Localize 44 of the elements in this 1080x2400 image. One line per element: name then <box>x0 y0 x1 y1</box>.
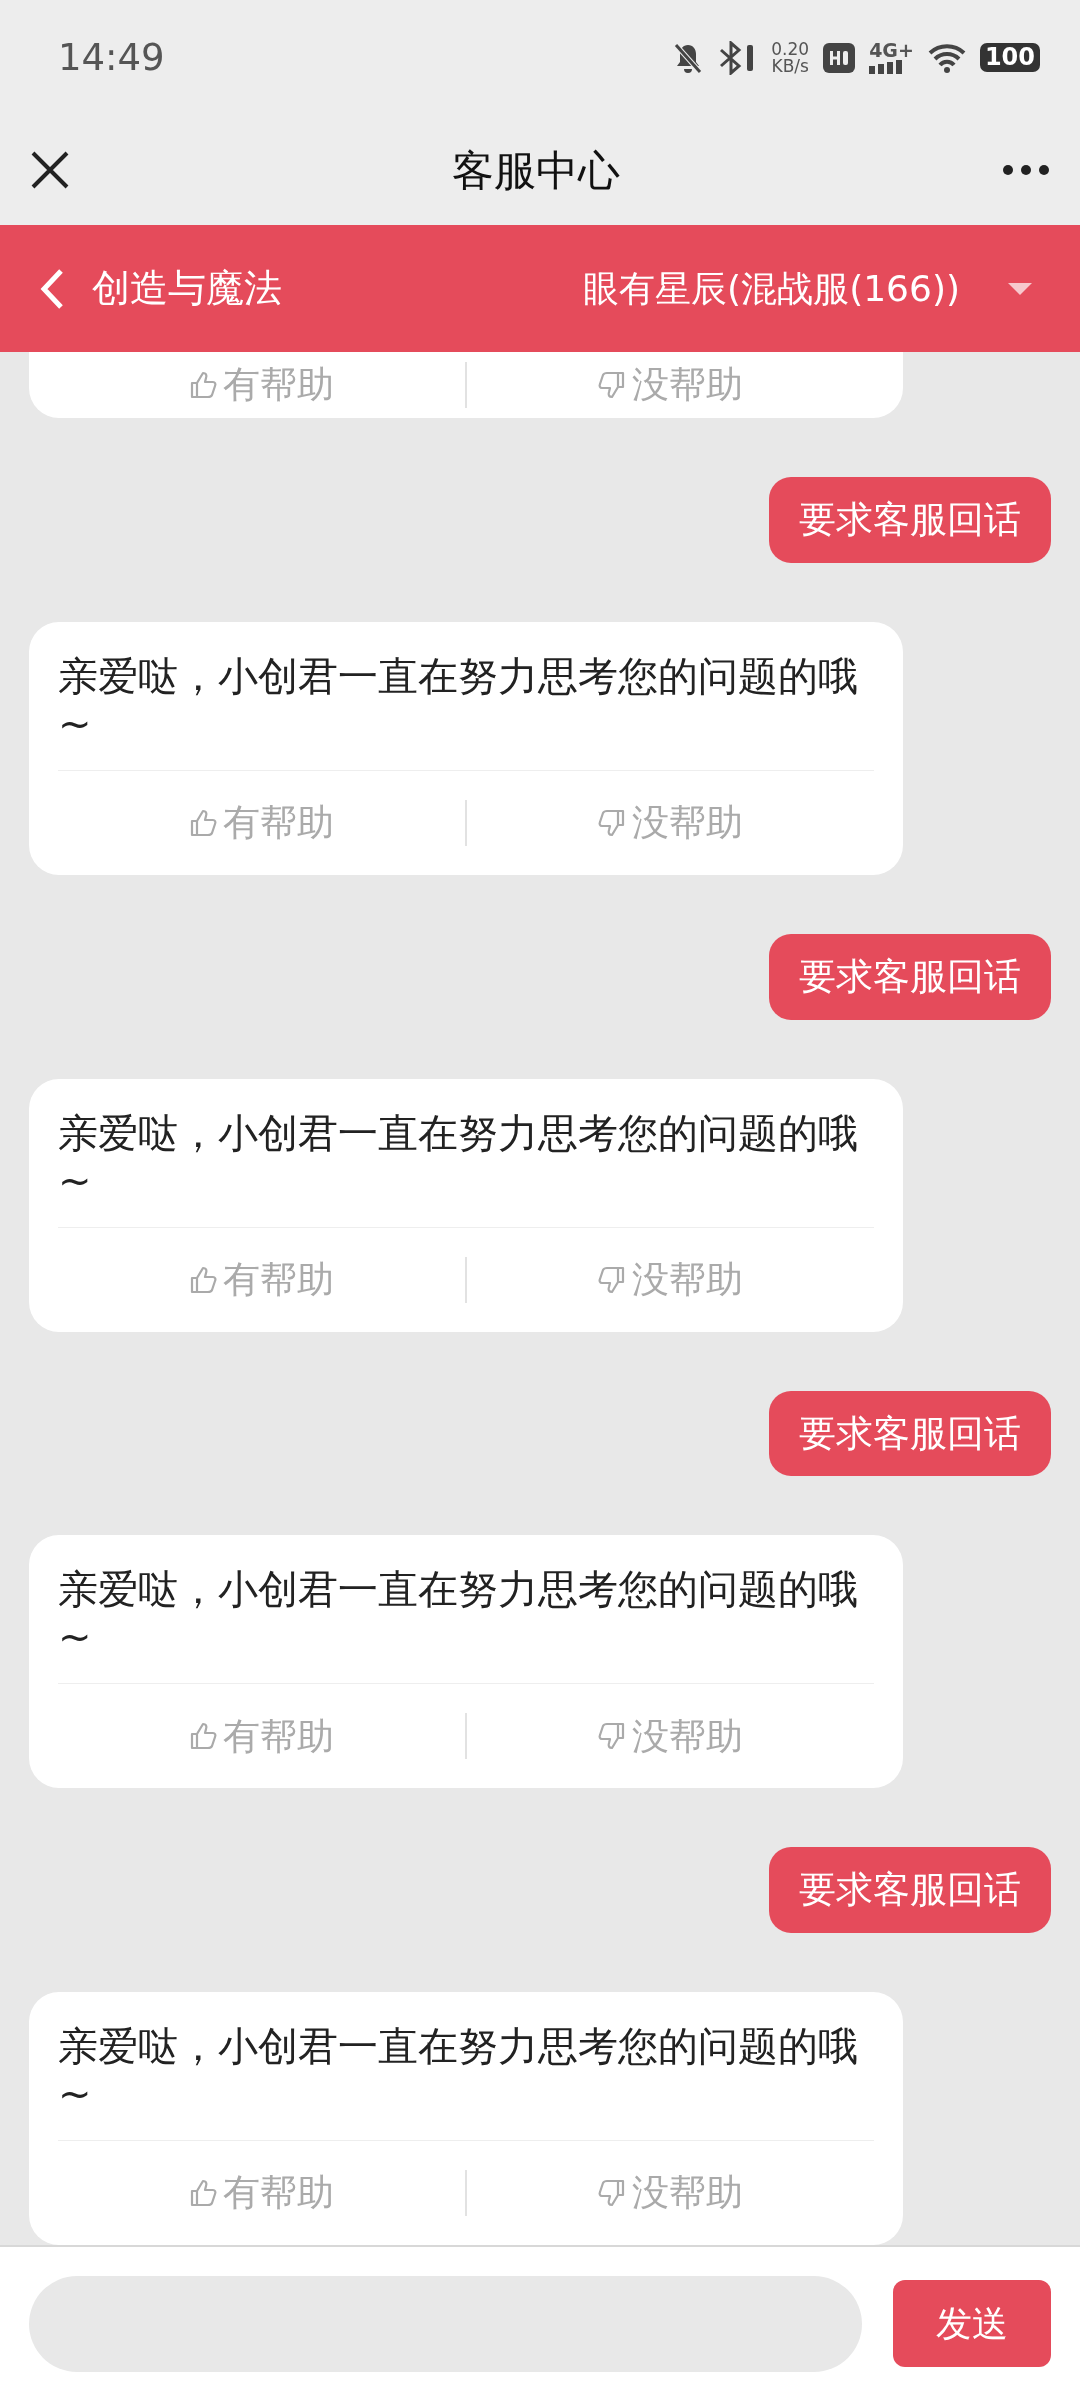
server-selector[interactable]: 眼有星辰(混战服(166)) <box>583 261 960 316</box>
unhelpful-button[interactable]: 没帮助 <box>467 795 874 851</box>
user-message-bubble: 要求客服回话 <box>769 1847 1051 1933</box>
thumbs-down-icon <box>598 2179 626 2207</box>
bot-message-text: 亲爱哒，小创君一直在努力思考您的问题的哦~ <box>58 1078 874 1228</box>
more-icon[interactable] <box>1002 164 1050 176</box>
thumbs-down-icon <box>598 1722 626 1751</box>
hd-icon <box>823 42 856 73</box>
helpful-button[interactable]: 有帮助 <box>58 795 465 851</box>
thumbs-down-icon <box>598 808 626 837</box>
bot-message-text: 亲爱哒，小创君一直在努力思考您的问题的哦~ <box>58 1535 874 1685</box>
user-message-bubble: 要求客服回话 <box>769 933 1051 1020</box>
dropdown-caret-icon[interactable] <box>1008 282 1032 295</box>
helpful-button[interactable]: 有帮助 <box>58 357 465 413</box>
bot-message-text: 亲爱哒，小创君一直在努力思考您的问题的哦~ <box>58 1992 874 2141</box>
helpful-button[interactable]: 有帮助 <box>58 1708 465 1764</box>
bot-message-text: 亲爱哒，小创君一直在努力思考您的问题的哦~ <box>58 621 874 771</box>
thumbs-up-icon <box>189 1265 217 1294</box>
close-icon[interactable] <box>30 150 70 190</box>
network-speed-unit: KB/s <box>771 57 809 75</box>
wifi-icon <box>927 42 966 73</box>
thumbs-down-icon <box>598 371 626 399</box>
network-speed: 0.20 <box>771 40 810 58</box>
unhelpful-button[interactable]: 没帮助 <box>467 1708 874 1764</box>
unhelpful-button[interactable]: 没帮助 <box>467 1251 874 1308</box>
status-time: 14:49 <box>58 34 165 81</box>
back-icon[interactable] <box>40 267 64 310</box>
page-title: 客服中心 <box>451 144 621 197</box>
helpful-button[interactable]: 有帮助 <box>58 1251 465 1308</box>
user-message-bubble: 要求客服回话 <box>769 1390 1051 1477</box>
thumbs-up-icon <box>189 371 217 399</box>
thumbs-up-icon <box>189 1722 217 1751</box>
unhelpful-button[interactable]: 没帮助 <box>467 357 874 413</box>
unhelpful-button[interactable]: 没帮助 <box>467 2165 874 2221</box>
helpful-button[interactable]: 有帮助 <box>58 2165 465 2221</box>
network-type: 4G+ <box>869 41 914 60</box>
bell-muted-icon <box>673 41 704 74</box>
thumbs-up-icon <box>189 2179 217 2207</box>
thumbs-down-icon <box>598 1265 626 1294</box>
send-button[interactable]: 发送 <box>893 2280 1051 2367</box>
game-name: 创造与魔法 <box>92 265 282 312</box>
battery-level: 100 <box>979 43 1040 72</box>
thumbs-up-icon <box>189 808 217 837</box>
user-message-bubble: 要求客服回话 <box>769 477 1051 563</box>
